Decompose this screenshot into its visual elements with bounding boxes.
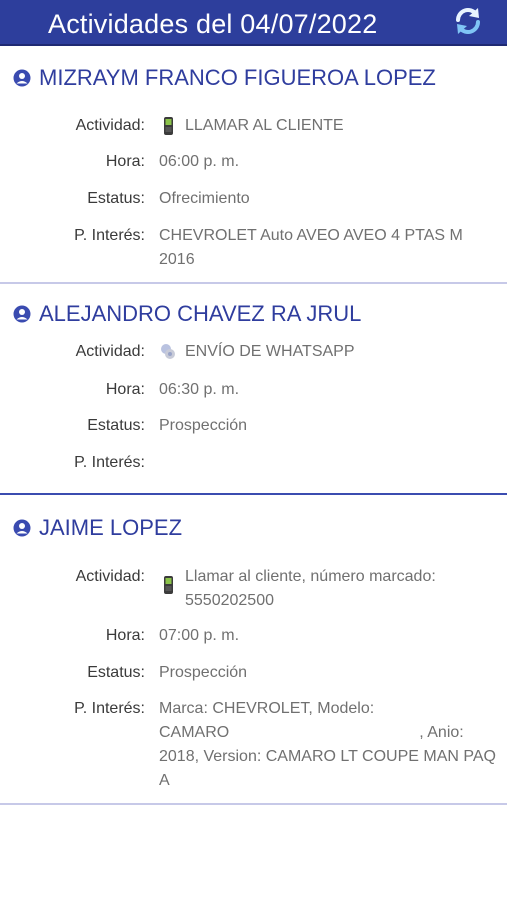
hour-label: Hora: bbox=[105, 381, 145, 398]
contact-name[interactable]: JAIME LOPEZ bbox=[13, 514, 182, 542]
activity-line: 5550202500 bbox=[185, 592, 274, 609]
hour-value: 06:00 p. m. bbox=[159, 153, 240, 170]
contact-name[interactable]: MIZRAYM FRANCO FIGUEROA LOPEZ bbox=[13, 64, 436, 92]
refresh-icon bbox=[453, 6, 483, 41]
activity-card[interactable]: ALEJANDRO CHAVEZ RA JRUL Actividad: ENVÍ… bbox=[0, 284, 507, 495]
status-value: Prospección bbox=[159, 664, 248, 681]
page-title: Actividades del 04/07/2022 bbox=[48, 9, 378, 39]
interest-line: CAMARO bbox=[159, 724, 230, 741]
user-icon bbox=[13, 69, 31, 87]
activity-label: Actividad: bbox=[75, 568, 145, 585]
hour-label: Hora: bbox=[105, 627, 145, 644]
user-icon bbox=[13, 519, 31, 537]
status-label: Estatus: bbox=[87, 664, 145, 681]
phone-icon bbox=[159, 116, 177, 136]
activity-value: LLAMAR AL CLIENTE bbox=[185, 117, 344, 134]
phone-icon bbox=[159, 575, 177, 595]
whatsapp-icon bbox=[159, 342, 177, 362]
interest-line: Marca: CHEVROLET, Modelo: bbox=[159, 700, 375, 717]
status-value: Ofrecimiento bbox=[159, 190, 250, 207]
refresh-button[interactable] bbox=[451, 6, 485, 40]
interest-line: 2018, Version: CAMARO LT COUPE MAN PAQ bbox=[159, 748, 496, 765]
activity-value: ENVÍO DE WHATSAPP bbox=[185, 343, 355, 360]
activity-label: Actividad: bbox=[75, 117, 145, 134]
interest-value: CHEVROLET Auto AVEO AVEO 4 PTAS M 2016 bbox=[159, 224, 499, 272]
activity-line: Llamar al cliente, número marcado: bbox=[185, 568, 436, 585]
activity-card[interactable]: JAIME LOPEZ Actividad: Llamar al cliente… bbox=[0, 495, 507, 805]
app-header: Actividades del 04/07/2022 bbox=[0, 0, 507, 46]
user-icon bbox=[13, 305, 31, 323]
contact-name-text: MIZRAYM FRANCO FIGUEROA LOPEZ bbox=[39, 65, 436, 90]
interest-label: P. Interés: bbox=[74, 700, 145, 717]
status-label: Estatus: bbox=[87, 190, 145, 207]
interest-line: , Anio: bbox=[419, 724, 464, 741]
interest-line: 2016 bbox=[159, 251, 195, 268]
activity-label: Actividad: bbox=[75, 343, 145, 360]
status-label: Estatus: bbox=[87, 417, 145, 434]
status-value: Prospección bbox=[159, 417, 248, 434]
activity-card[interactable]: MIZRAYM FRANCO FIGUEROA LOPEZ Actividad:… bbox=[0, 46, 507, 284]
interest-label: P. Interés: bbox=[74, 227, 145, 244]
contact-name-text: ALEJANDRO CHAVEZ RA JRUL bbox=[39, 301, 362, 326]
interest-line: CHEVROLET Auto AVEO AVEO 4 PTAS M bbox=[159, 227, 463, 244]
activity-value: Llamar al cliente, número marcado: 55502… bbox=[185, 565, 499, 613]
hour-value: 07:00 p. m. bbox=[159, 627, 240, 644]
contact-name-text: JAIME LOPEZ bbox=[39, 515, 183, 540]
contact-name[interactable]: ALEJANDRO CHAVEZ RA JRUL bbox=[13, 300, 361, 328]
hour-value: 06:30 p. m. bbox=[159, 381, 240, 398]
interest-line: A bbox=[159, 772, 170, 789]
interest-label: P. Interés: bbox=[74, 454, 145, 471]
interest-value: Marca: CHEVROLET, Modelo: CAMARO, Anio: … bbox=[159, 697, 499, 793]
hour-label: Hora: bbox=[105, 153, 145, 170]
